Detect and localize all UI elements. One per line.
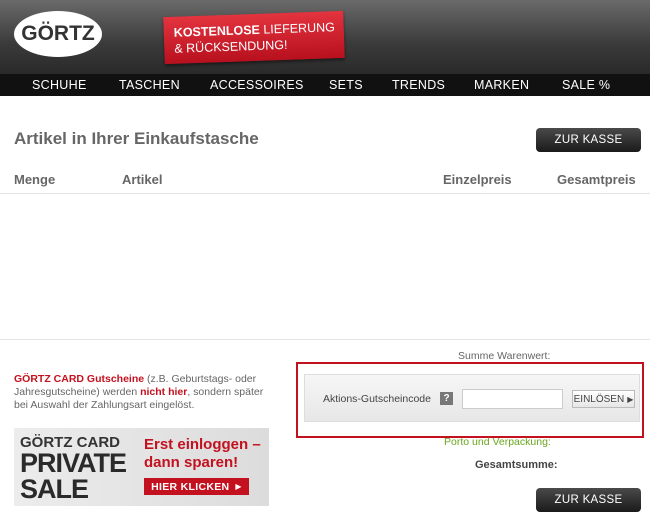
nav-item-accessoires[interactable]: ACCESSOIRES (210, 78, 304, 92)
subtotal-label: Summe Warenwert: (458, 350, 551, 362)
nav-item-trends[interactable]: TRENDS (392, 78, 445, 92)
redeem-label: EINLÖSEN (573, 393, 625, 405)
banner-line3: SALE (20, 474, 89, 504)
goertz-logo[interactable]: GÖRTZ (14, 11, 102, 57)
shipping-label: Porto und Verpackung: (444, 436, 551, 448)
free-delivery-banner[interactable]: KOSTENLOSE LIEFERUNG & RÜCKSENDUNG! (163, 10, 345, 65)
header-divider (0, 193, 650, 194)
nav-item-sets[interactable]: SETS (329, 78, 363, 92)
nav-item-schuhe[interactable]: SCHUHE (32, 78, 87, 92)
items-divider (0, 339, 650, 340)
column-quantity: Menge (14, 172, 56, 187)
nav-item-taschen[interactable]: TASCHEN (119, 78, 180, 92)
banner-cta-text: Erst einloggen – dann sparen! (144, 436, 261, 471)
help-icon[interactable]: ? (440, 392, 453, 405)
grand-total-label: Gesamtsumme: (475, 459, 558, 471)
nav-item-marken[interactable]: MARKEN (474, 78, 529, 92)
card-voucher-info: GÖRTZ CARD Gutscheine (z.B. Geburtstags-… (14, 373, 276, 412)
arrow-right-icon: ▶ (627, 394, 634, 404)
checkout-button-bottom[interactable]: ZUR KASSE (536, 488, 641, 512)
card-info-emphasis: nicht hier (140, 386, 188, 398)
redeem-button[interactable]: EINLÖSEN ▶ (572, 390, 635, 408)
column-article: Artikel (122, 172, 163, 187)
arrow-right-icon: ▶ (235, 482, 242, 491)
promo-rest: LIEFERUNG (259, 20, 336, 37)
coupon-label: Aktions-Gutscheincode (323, 393, 431, 405)
main-nav: SCHUHE TASCHEN ACCESSOIRES SETS TRENDS M… (0, 74, 650, 96)
coupon-code-input[interactable] (462, 389, 563, 409)
card-voucher-link[interactable]: GÖRTZ CARD Gutscheine (14, 373, 144, 385)
column-unit-price: Einzelpreis (443, 172, 512, 187)
column-total-price: Gesamtpreis (557, 172, 636, 187)
site-header: GÖRTZ KOSTENLOSE LIEFERUNG & RÜCKSENDUNG… (0, 0, 650, 74)
private-sale-banner[interactable]: GÖRTZ CARD PRIVATE SALE Erst einloggen –… (14, 428, 269, 506)
nav-item-sale[interactable]: SALE % (562, 78, 610, 92)
checkout-button-top[interactable]: ZUR KASSE (536, 128, 641, 152)
banner-button-label: HIER KLICKEN (151, 480, 230, 493)
banner-click-button[interactable]: HIER KLICKEN ▶ (144, 478, 249, 495)
page-title: Artikel in Ihrer Einkaufstasche (14, 129, 259, 148)
